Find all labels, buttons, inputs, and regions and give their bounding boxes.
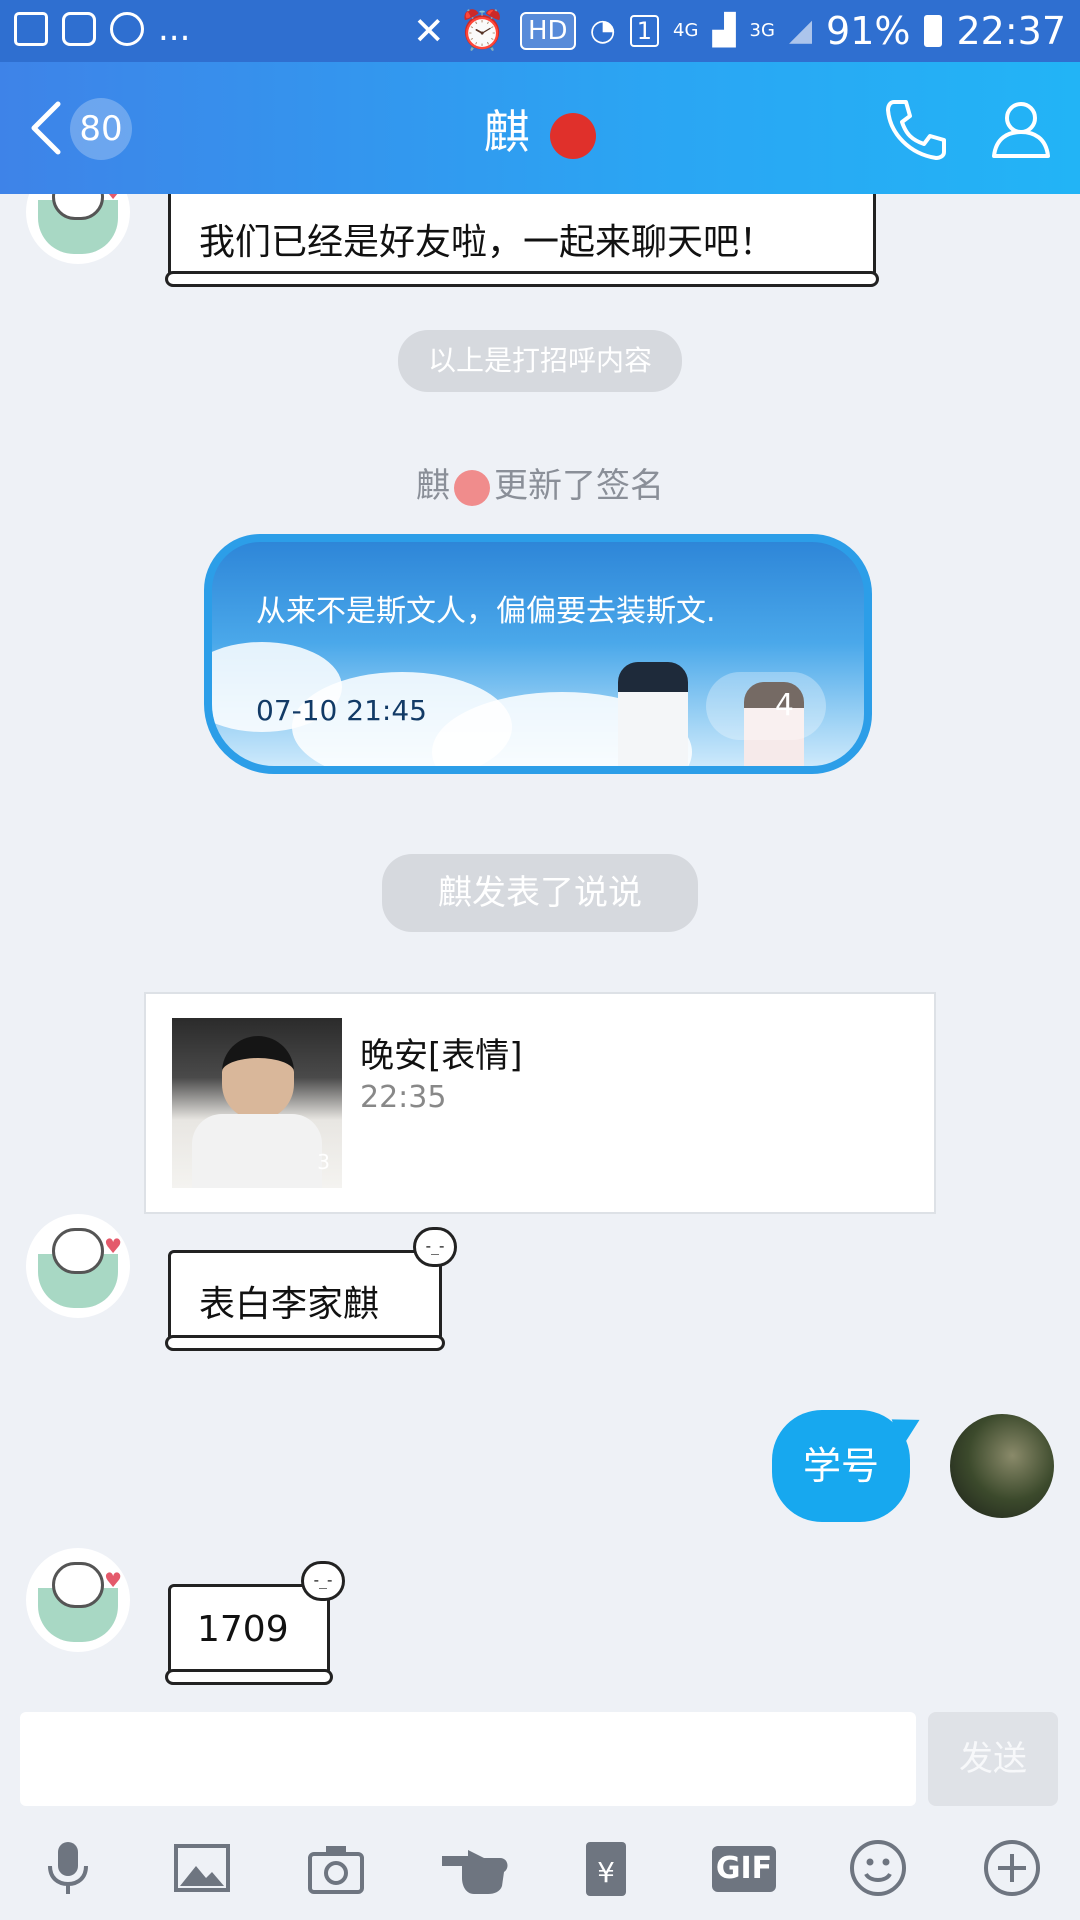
message-text: 1709: [197, 1609, 289, 1650]
message-text: 表白李家麒: [199, 1284, 380, 1325]
input-toolbar: ¥ GIF: [0, 1824, 1080, 1914]
greeting-divider-pill: 以上是打招呼内容: [398, 330, 682, 392]
signal-icon: ▟: [712, 13, 736, 48]
chat-header: 80 麒: [0, 62, 1080, 194]
sim-badge: 1: [629, 14, 660, 47]
post-card[interactable]: 3 晚安[表情] 22:35: [144, 992, 936, 1214]
battery-percent: 91%: [826, 8, 911, 53]
my-message-bubble[interactable]: 学号: [772, 1410, 910, 1522]
message-bubble-confess[interactable]: 表白李家麒 -_-: [165, 1227, 457, 1351]
poke-hand-icon[interactable]: [438, 1838, 514, 1898]
contact-name: 麒: [483, 105, 530, 159]
gif-icon[interactable]: GIF: [712, 1846, 776, 1892]
greeting-text: 我们已经是好友啦，一起来聊天吧！: [199, 222, 776, 263]
mute-icon: ✕: [412, 8, 445, 53]
flame-notification-icon: [110, 12, 144, 46]
character-illustration: [618, 662, 688, 766]
notice-name: 麒: [438, 873, 472, 913]
svg-text:¥: ¥: [597, 1856, 615, 1889]
more-notifications: ...: [158, 9, 191, 49]
notice-text: 更新了签名: [494, 466, 664, 506]
face-sticker-icon: -_-: [413, 1227, 457, 1267]
message-input[interactable]: [20, 1712, 916, 1806]
notice-text: 发表了说说: [472, 873, 642, 913]
signature-card[interactable]: 从来不是斯文人，偏偏要去装斯文. 07-10 21:45 4: [204, 534, 872, 774]
post-thumbnail[interactable]: 3: [172, 1018, 342, 1188]
contact-avatar[interactable]: ♥: [26, 194, 130, 264]
phone-icon[interactable]: [880, 94, 950, 164]
status-bar: ... ✕ ⏰ HD ◔ 1 4G ▟ 3G ◢ 91% 22:37: [0, 0, 1080, 62]
devil-emoji-icon: [454, 469, 490, 506]
send-button[interactable]: 发送: [928, 1712, 1058, 1806]
gallery-notification-icon: [14, 12, 48, 46]
chat-messages[interactable]: ♥ 我们已经是好友啦，一起来聊天吧！ 以上是打招呼内容 麒 更新了签名 从来不是斯…: [0, 194, 1080, 1706]
notice-name: 麒: [416, 466, 450, 506]
face-sticker-icon: -_-: [301, 1561, 345, 1601]
signature-text: 从来不是斯文人，偏偏要去装斯文.: [256, 594, 716, 629]
input-bar: 发送 ¥ GIF: [0, 1706, 1080, 1920]
signature-time: 07-10 21:45: [256, 694, 427, 727]
post-time: 22:35: [360, 1080, 447, 1115]
post-notice-pill: 麒发表了说说: [382, 854, 698, 932]
thumbnail-count: 3: [317, 1150, 330, 1174]
image-icon[interactable]: [172, 1838, 232, 1898]
plus-icon[interactable]: [982, 1838, 1042, 1898]
post-title: 晚安[表情]: [360, 1036, 523, 1076]
my-avatar[interactable]: [950, 1414, 1054, 1518]
contact-avatar[interactable]: ♥: [26, 1548, 130, 1652]
alarm-icon: ⏰: [458, 8, 506, 52]
red-packet-icon[interactable]: ¥: [576, 1838, 636, 1898]
signature-update-notice: 麒 更新了签名: [0, 458, 1080, 507]
camera-icon[interactable]: [306, 1838, 366, 1898]
signal-icon-2: ◢: [788, 13, 813, 48]
contact-avatar[interactable]: ♥: [26, 1214, 130, 1318]
clock: 22:37: [956, 8, 1066, 53]
signature-like-count[interactable]: 4: [706, 672, 826, 740]
app-notification-icon: [62, 12, 96, 46]
network-4g: 4G: [673, 20, 699, 41]
wifi-icon: ◔: [589, 13, 616, 48]
devil-emoji-icon: [550, 112, 597, 159]
battery-icon: [924, 14, 943, 47]
message-bubble-number[interactable]: 1709 -_-: [165, 1561, 345, 1685]
greeting-bubble[interactable]: 我们已经是好友啦，一起来聊天吧！: [165, 194, 879, 287]
emoji-icon[interactable]: [848, 1838, 908, 1898]
profile-icon[interactable]: [986, 94, 1056, 164]
network-3g: 3G: [749, 20, 775, 41]
hd-badge: HD: [520, 11, 576, 50]
microphone-icon[interactable]: [38, 1838, 98, 1898]
